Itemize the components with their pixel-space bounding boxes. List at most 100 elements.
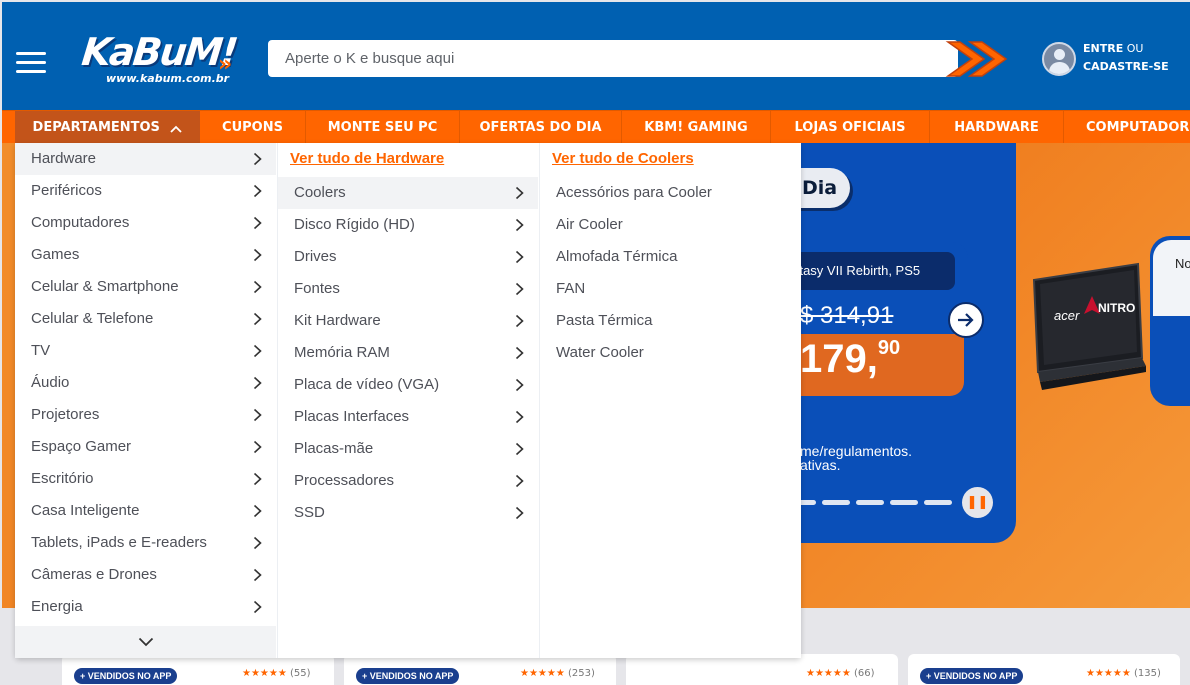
- menu-item-hardware-label: Coolers: [294, 184, 346, 201]
- menu-item-hardware[interactable]: Placa de vídeo (VGA): [278, 369, 538, 401]
- nav-ofertas-do-dia[interactable]: OFERTAS DO DIA: [460, 111, 621, 144]
- chevron-right-icon: [253, 495, 262, 527]
- menu-item-cooler-label: Acessórios para Cooler: [556, 184, 712, 201]
- menu-item-department-label: Celular & Smartphone: [31, 278, 179, 295]
- search-submit-icon[interactable]: [942, 36, 1012, 82]
- kabum-logo[interactable]: KaBuM! www.kabum.com.br »: [78, 30, 239, 90]
- menu-item-department-label: Celular & Telefone: [31, 310, 154, 327]
- menu-item-department[interactable]: Periféricos: [15, 175, 276, 207]
- chevron-right-icon: [253, 239, 262, 271]
- menu-item-hardware-label: Fontes: [294, 280, 340, 297]
- menu-item-hardware[interactable]: Disco Rígido (HD): [278, 209, 538, 241]
- menu-item-department[interactable]: Espaço Gamer: [15, 431, 276, 463]
- hamburger-menu-icon[interactable]: [16, 52, 46, 74]
- menu-item-hardware[interactable]: Placas-mãe: [278, 433, 538, 465]
- account-link[interactable]: ENTRE OU CADASTRE-SE: [1042, 40, 1190, 80]
- nav-departamentos[interactable]: DEPARTAMENTOS: [15, 111, 200, 144]
- menu-item-cooler-label: Water Cooler: [556, 344, 644, 361]
- menu-item-department[interactable]: Computadores: [15, 207, 276, 239]
- badge-vendidos-no-app: + VENDIDOS NO APP: [920, 668, 1024, 684]
- menu-item-department[interactable]: Celular & Telefone: [15, 303, 276, 335]
- menu-item-hardware[interactable]: Placas Interfaces: [278, 401, 538, 433]
- nav-computadores[interactable]: COMPUTADORES: [1064, 111, 1190, 144]
- banner-next-arrow-icon[interactable]: [948, 302, 984, 338]
- menu-item-cooler-label: Air Cooler: [556, 216, 623, 233]
- menu-item-department[interactable]: Casa Inteligente: [15, 495, 276, 527]
- menu-item-hardware[interactable]: Fontes: [278, 273, 538, 305]
- chevron-right-icon: [253, 143, 262, 175]
- chevron-right-icon: [253, 271, 262, 303]
- menu-item-hardware[interactable]: Memória RAM: [278, 337, 538, 369]
- chevron-up-icon: [170, 113, 183, 146]
- menu-item-hardware-label: SSD: [294, 504, 325, 521]
- menu-item-department[interactable]: TV: [15, 335, 276, 367]
- menu-item-department-label: Energia: [31, 598, 83, 615]
- see-all-hardware-link[interactable]: Ver tudo de Hardware: [290, 150, 444, 167]
- chevron-right-icon: [515, 497, 524, 529]
- search-input[interactable]: [268, 40, 928, 77]
- menu-item-hardware[interactable]: Drives: [278, 241, 538, 273]
- chevron-right-icon: [253, 367, 262, 399]
- banner-side-card-text: No: [1175, 256, 1190, 271]
- carousel-pause-icon[interactable]: ❚❚: [962, 487, 993, 518]
- menu-item-department[interactable]: Energia: [15, 591, 276, 623]
- menu-item-hardware[interactable]: Coolers: [278, 177, 538, 209]
- menu-item-hardware[interactable]: Processadores: [278, 465, 538, 497]
- menu-item-cooler[interactable]: Air Cooler: [540, 209, 801, 241]
- menu-item-department[interactable]: Projetores: [15, 399, 276, 431]
- menu-item-department[interactable]: Celular & Smartphone: [15, 271, 276, 303]
- menu-item-cooler[interactable]: FAN: [540, 273, 801, 305]
- logo-arrow-icon: »: [218, 52, 233, 77]
- menu-item-department[interactable]: Escritório: [15, 463, 276, 495]
- nav-cupons[interactable]: CUPONS: [200, 111, 305, 144]
- menu-item-department[interactable]: Games: [15, 239, 276, 271]
- menu-item-hardware-label: Kit Hardware: [294, 312, 381, 329]
- chevron-right-icon: [253, 527, 262, 559]
- menu-item-department-label: Tablets, iPads e E-readers: [31, 534, 207, 551]
- laptop-image: acer NITRO: [1032, 262, 1146, 390]
- banner-regulation-text: me/regulamentos. ativas.: [800, 443, 913, 473]
- menu-item-department-label: Periféricos: [31, 182, 102, 199]
- site-header: KaBuM! www.kabum.com.br » ENTRE OU CADAS…: [2, 2, 1190, 110]
- chevron-right-icon: [515, 273, 524, 305]
- menu-item-department-label: Casa Inteligente: [31, 502, 140, 519]
- nav-monte-seu-pc[interactable]: MONTE SEU PC: [306, 111, 459, 144]
- menu-item-department[interactable]: Câmeras e Drones: [15, 559, 276, 591]
- menu-item-department[interactable]: Áudio: [15, 367, 276, 399]
- rating: ★★★★★ (253): [520, 668, 595, 679]
- rating: ★★★★★ (66): [806, 668, 875, 679]
- menu-item-cooler-label: FAN: [556, 280, 586, 297]
- rating: ★★★★★ (55): [242, 668, 311, 679]
- menu-item-department[interactable]: Hardware: [15, 143, 276, 175]
- coolers-subcategories: Ver tudo de Coolers Acessórios para Cool…: [539, 143, 801, 658]
- menu-item-hardware[interactable]: SSD: [278, 497, 538, 529]
- chevron-right-icon: [253, 399, 262, 431]
- menu-item-cooler[interactable]: Pasta Térmica: [540, 305, 801, 337]
- menu-item-department[interactable]: Tablets, iPads e E-readers: [15, 527, 276, 559]
- menu-item-department-label: Espaço Gamer: [31, 438, 132, 455]
- chevron-right-icon: [515, 465, 524, 497]
- chevron-right-icon: [515, 337, 524, 369]
- menu-item-hardware[interactable]: Kit Hardware: [278, 305, 538, 337]
- menu-item-cooler[interactable]: Almofada Térmica: [540, 241, 801, 273]
- menu-item-department-label: Áudio: [31, 374, 70, 391]
- nav-kbm-gaming[interactable]: KBM! GAMING: [622, 111, 770, 144]
- chevron-right-icon: [253, 303, 262, 335]
- menu-item-cooler[interactable]: Acessórios para Cooler: [540, 177, 801, 209]
- menu-item-cooler[interactable]: Water Cooler: [540, 337, 801, 369]
- menu-item-department-label: Computadores: [31, 214, 130, 231]
- logo-url: www.kabum.com.br: [106, 72, 230, 85]
- departments-list: Hardware Periféricos Computadores Games Celu…: [15, 143, 276, 658]
- menu-item-hardware-label: Placa de vídeo (VGA): [294, 376, 440, 393]
- see-all-coolers-link[interactable]: Ver tudo de Coolers: [552, 150, 694, 167]
- account-text: ENTRE OU CADASTRE-SE: [1083, 42, 1169, 73]
- nav-lojas-oficiais[interactable]: LOJAS OFICIAIS: [771, 111, 929, 144]
- nav-hardware[interactable]: HARDWARE: [930, 111, 1063, 144]
- chevron-right-icon: [253, 207, 262, 239]
- menu-item-cooler-label: Pasta Térmica: [556, 312, 653, 329]
- menu-item-department-label: Escritório: [31, 470, 94, 487]
- chevron-right-icon: [515, 369, 524, 401]
- chevron-down-icon[interactable]: [15, 626, 276, 658]
- banner-new-price: 179,90: [800, 337, 901, 381]
- menu-item-hardware-label: Disco Rígido (HD): [294, 216, 415, 233]
